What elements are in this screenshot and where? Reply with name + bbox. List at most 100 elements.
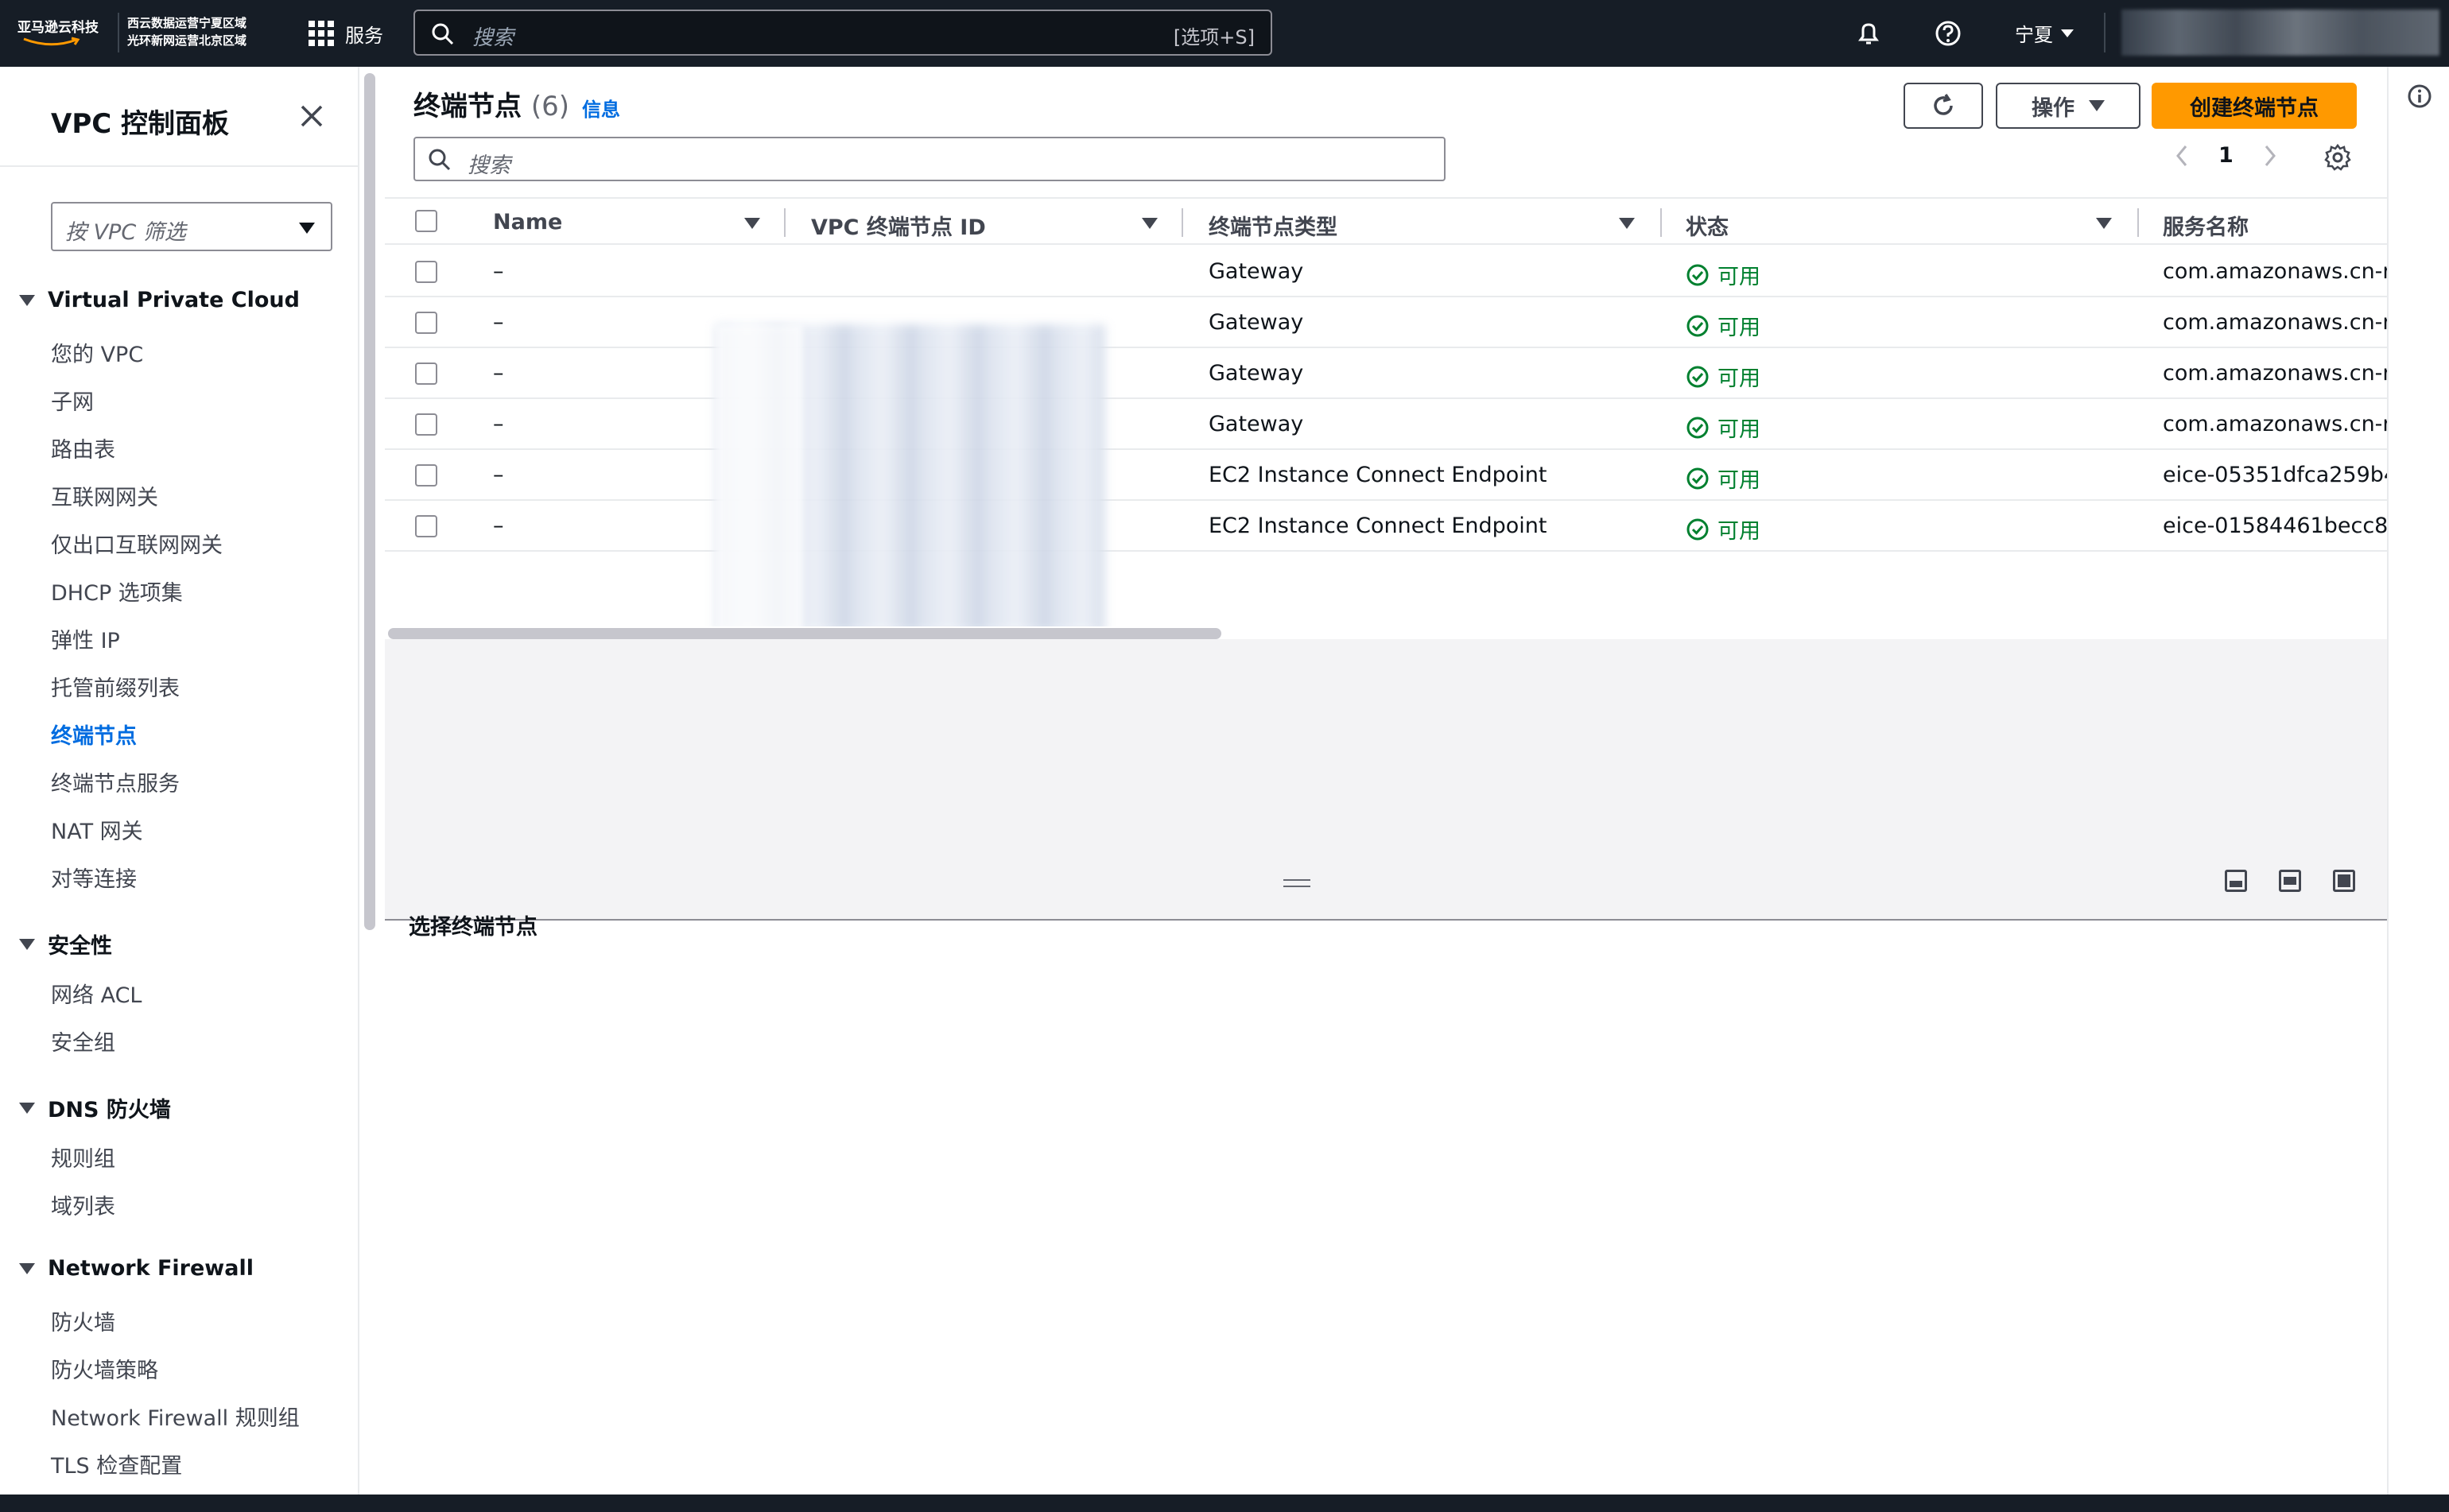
- column-header-service-name[interactable]: 服务名称: [2163, 210, 2249, 241]
- status-badge: 可用: [1686, 463, 1760, 494]
- sidebar-item-security-groups[interactable]: 安全组: [51, 1025, 115, 1056]
- status-badge: 可用: [1686, 361, 1760, 392]
- row-checkbox[interactable]: [415, 464, 437, 487]
- column-header-endpoint-id[interactable]: VPC 终端节点 ID: [811, 210, 986, 241]
- sidebar-item-nfw-rule-groups[interactable]: Network Firewall 规则组: [51, 1401, 300, 1432]
- services-label: 服务: [345, 24, 383, 47]
- sidebar-item-subnets[interactable]: 子网: [51, 385, 94, 416]
- sidebar-item-elastic-ips[interactable]: 弹性 IP: [51, 623, 120, 654]
- sidebar-item-dhcp-options[interactable]: DHCP 选项集: [51, 576, 183, 607]
- section-vpc-header[interactable]: Virtual Private Cloud: [19, 288, 300, 312]
- column-divider[interactable]: [2137, 208, 2139, 237]
- vpc-filter-placeholder: 按 VPC 筛选: [65, 220, 186, 245]
- table-row[interactable]: – EC2 Instance Connect Endpoint 可用 eice-…: [385, 501, 2402, 552]
- sidebar-item-firewalls[interactable]: 防火墙: [51, 1305, 115, 1336]
- column-divider[interactable]: [1660, 208, 1662, 237]
- vpc-filter-select[interactable]: 按 VPC 筛选: [51, 202, 332, 251]
- split-panel-divider[interactable]: [385, 919, 2387, 921]
- table-horizontal-scrollbar[interactable]: [388, 628, 1221, 639]
- caret-down-icon: [2089, 100, 2105, 111]
- select-all-checkbox[interactable]: [415, 210, 437, 232]
- panel-side-icon[interactable]: [2279, 870, 2301, 892]
- sidebar-item-domain-lists[interactable]: 域列表: [51, 1189, 115, 1220]
- cell-name: –: [493, 514, 504, 538]
- status-text: 可用: [1717, 468, 1760, 493]
- section-network-firewall-header[interactable]: Network Firewall: [19, 1256, 254, 1281]
- panel-full-icon[interactable]: [2333, 870, 2355, 892]
- column-header-name[interactable]: Name: [493, 210, 562, 235]
- sidebar-item-rule-groups[interactable]: 规则组: [51, 1142, 115, 1173]
- region-selector[interactable]: 宁夏: [2015, 19, 2074, 47]
- cell-type: EC2 Instance Connect Endpoint: [1209, 514, 1547, 538]
- status-text: 可用: [1717, 417, 1760, 442]
- account-menu-redacted[interactable]: [2121, 10, 2439, 56]
- table-row[interactable]: – Gateway 可用 com.amazonaws.cn-nc: [385, 399, 2408, 450]
- help-icon[interactable]: [1934, 19, 1962, 48]
- grid-icon: [309, 21, 334, 46]
- table-row[interactable]: – Gateway 可用 com.amazonaws.cn-nc: [385, 348, 2408, 399]
- section-dns-firewall-header[interactable]: DNS 防火墙: [19, 1092, 171, 1123]
- bell-icon[interactable]: [1854, 19, 1883, 48]
- row-checkbox[interactable]: [415, 261, 437, 283]
- table-row[interactable]: – Gateway 可用 com.amazonaws.cn-nc: [385, 246, 2408, 297]
- global-search-input[interactable]: 搜索 [选项+S]: [413, 10, 1272, 56]
- drag-handle-icon[interactable]: [1283, 879, 1310, 887]
- sidebar-item-tls-inspection[interactable]: TLS 检查配置: [51, 1448, 182, 1479]
- cell-type: Gateway: [1209, 361, 1304, 386]
- aws-logo[interactable]: 亚马逊云科技: [17, 10, 111, 56]
- column-header-status[interactable]: 状态: [1686, 210, 1729, 241]
- create-endpoint-button[interactable]: 创建终端节点: [2152, 83, 2357, 129]
- actions-dropdown-button[interactable]: 操作: [1996, 83, 2140, 129]
- sidebar-title: VPC 控制面板: [51, 108, 230, 140]
- close-icon[interactable]: [296, 100, 328, 132]
- services-menu-button[interactable]: 服务: [309, 17, 383, 49]
- column-divider[interactable]: [784, 208, 786, 237]
- cell-service-name: eice-05351dfca259b4: [2163, 463, 2398, 487]
- cell-name: –: [493, 412, 504, 436]
- panel-bottom-icon[interactable]: [2225, 870, 2247, 892]
- region-label: 宁夏: [2015, 24, 2053, 46]
- row-checkbox[interactable]: [415, 413, 437, 436]
- page-number[interactable]: 1: [2218, 143, 2234, 168]
- sidebar-item-endpoints[interactable]: 终端节点: [51, 719, 137, 750]
- section-security-header[interactable]: 安全性: [19, 929, 112, 960]
- caret-down-icon: [19, 1262, 35, 1274]
- sidebar-item-internet-gateways[interactable]: 互联网网关: [51, 480, 158, 511]
- refresh-button[interactable]: [1904, 83, 1983, 129]
- sidebar-item-your-vpcs[interactable]: 您的 VPC: [51, 337, 143, 368]
- sidebar-item-prefix-lists[interactable]: 托管前缀列表: [51, 671, 180, 702]
- sidebar-scrollbar[interactable]: [364, 73, 375, 930]
- chevron-left-icon[interactable]: [2174, 144, 2190, 168]
- row-checkbox[interactable]: [415, 312, 437, 334]
- sort-caret-icon[interactable]: [2096, 218, 2112, 229]
- sidebar-item-endpoint-services[interactable]: 终端节点服务: [51, 766, 180, 797]
- sort-caret-icon[interactable]: [1619, 218, 1635, 229]
- sort-caret-icon[interactable]: [1142, 218, 1158, 229]
- sidebar-item-firewall-policies[interactable]: 防火墙策略: [51, 1353, 158, 1384]
- check-circle-icon: [1686, 315, 1709, 336]
- column-divider[interactable]: [1182, 208, 1183, 237]
- sidebar-item-egress-only-gateways[interactable]: 仅出口互联网网关: [51, 528, 223, 559]
- row-checkbox[interactable]: [415, 515, 437, 537]
- sort-caret-icon[interactable]: [744, 218, 760, 229]
- sidebar-item-nat-gateways[interactable]: NAT 网关: [51, 814, 143, 845]
- table-row[interactable]: – Gateway 可用 com.amazonaws.cn-nc: [385, 297, 2408, 348]
- column-header-endpoint-type[interactable]: 终端节点类型: [1209, 210, 1337, 241]
- section-title: DNS 防火墙: [48, 1098, 171, 1122]
- sidebar-item-route-tables[interactable]: 路由表: [51, 432, 115, 463]
- chevron-right-icon[interactable]: [2262, 144, 2278, 168]
- actions-label: 操作: [2032, 95, 2074, 121]
- footer-bar: [0, 1495, 2449, 1512]
- cell-type: Gateway: [1209, 259, 1304, 284]
- info-icon[interactable]: [2406, 83, 2433, 110]
- status-text: 可用: [1717, 316, 1760, 340]
- sidebar-item-peering[interactable]: 对等连接: [51, 862, 137, 893]
- sidebar-item-network-acls[interactable]: 网络 ACL: [51, 978, 142, 1009]
- table-row[interactable]: – EC2 Instance Connect Endpoint 可用 eice-…: [385, 450, 2397, 501]
- gear-icon[interactable]: [2323, 143, 2352, 172]
- operator-note: 西云数据运营宁夏区域 光环新网运营北京区域: [127, 14, 246, 49]
- table-search-input[interactable]: 搜索: [413, 137, 1446, 181]
- row-checkbox[interactable]: [415, 362, 437, 385]
- operator-note-line1: 西云数据运营宁夏区域: [127, 16, 247, 30]
- info-link[interactable]: 信息: [582, 94, 620, 122]
